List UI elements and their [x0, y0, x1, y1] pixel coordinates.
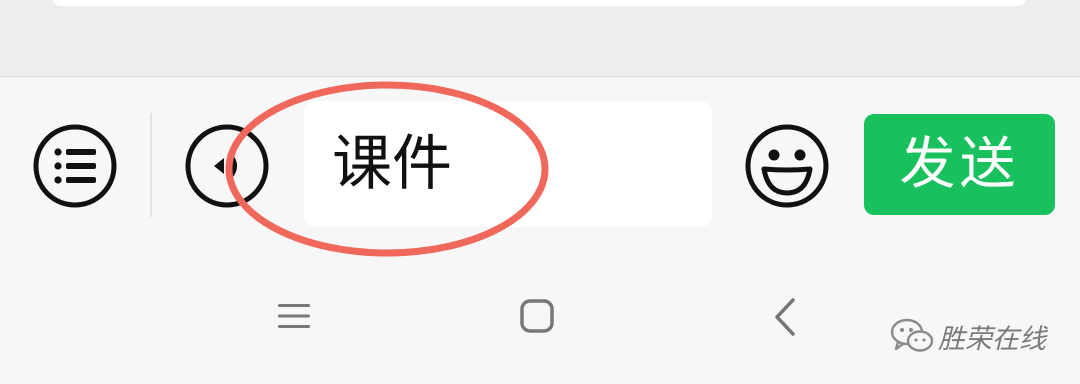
system-nav-bar: 胜荣在线 [0, 257, 1080, 384]
annotation-circle [225, 81, 549, 257]
watermark: 胜荣在线 [890, 314, 1046, 358]
toolbar-separator [150, 113, 152, 217]
wechat-logo-icon [890, 318, 934, 352]
send-button[interactable]: 发送 [864, 114, 1055, 215]
home-icon[interactable] [519, 298, 555, 334]
previous-message-card [52, 0, 1027, 6]
previous-message-area [0, 0, 1080, 76]
list-menu-icon[interactable] [32, 123, 118, 209]
emoji-icon[interactable] [744, 123, 830, 209]
back-icon[interactable] [772, 297, 798, 337]
recents-icon[interactable] [276, 301, 312, 331]
watermark-text: 胜荣在线 [938, 323, 1046, 355]
